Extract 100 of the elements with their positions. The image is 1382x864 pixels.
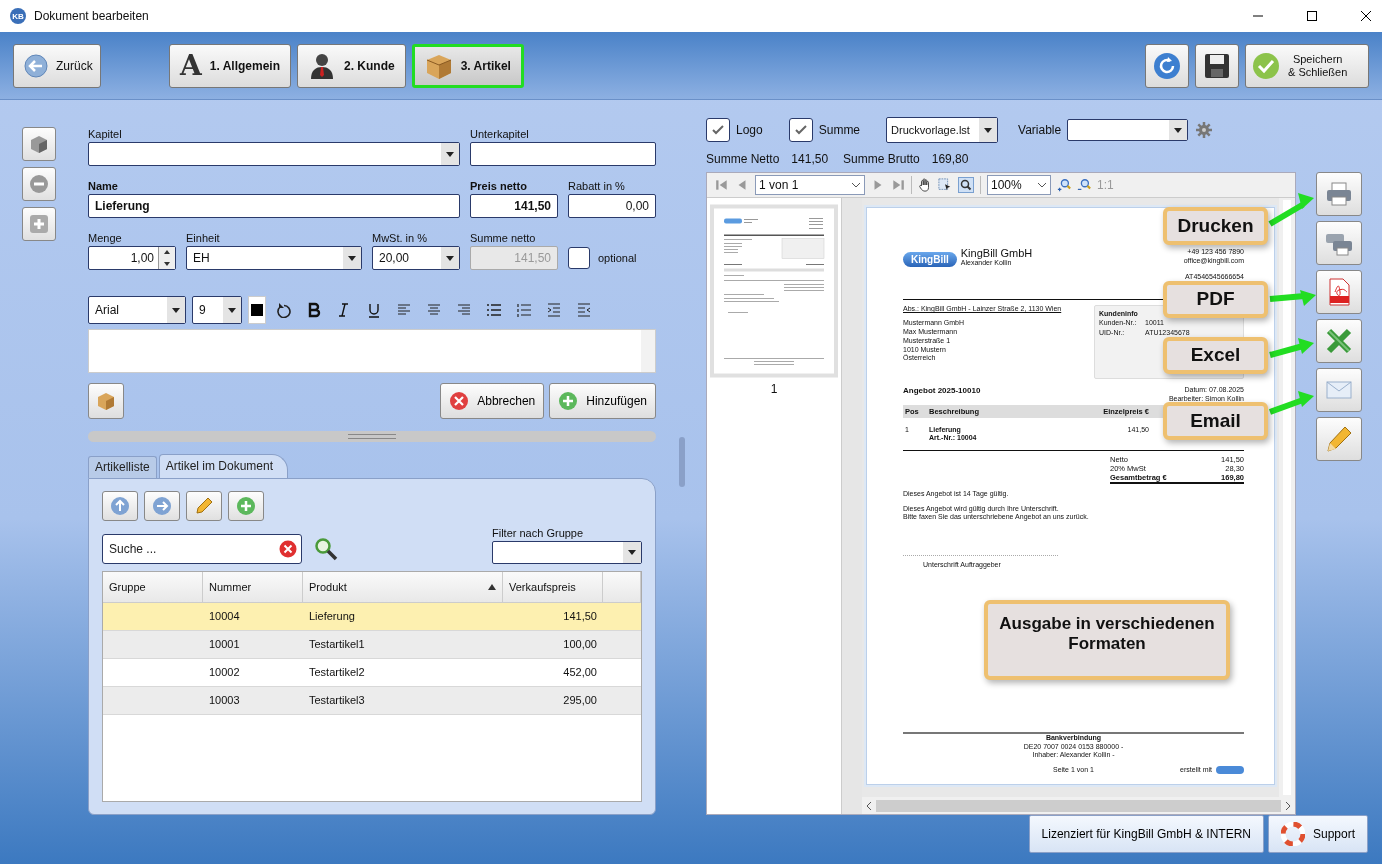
forward-button[interactable] <box>144 490 180 521</box>
text-color-button[interactable] <box>248 296 266 324</box>
variable-dropdown[interactable] <box>1067 119 1189 141</box>
table-cell-text: 295,00 <box>562 693 598 709</box>
page-thumbnail[interactable] <box>710 204 838 378</box>
print-multiple-button[interactable] <box>1316 221 1362 265</box>
zoom-in-icon[interactable] <box>1057 178 1071 192</box>
bold-icon[interactable] <box>306 302 322 318</box>
maximize-icon[interactable] <box>1306 10 1318 22</box>
edit-button[interactable] <box>186 490 222 521</box>
add-button[interactable] <box>22 207 56 241</box>
search-icon[interactable] <box>314 536 338 561</box>
table-row[interactable]: 10001 Testartikel1 100,00 <box>103 630 641 659</box>
dropdown-arrow-icon <box>628 549 636 555</box>
add-button[interactable] <box>228 490 264 521</box>
table-row[interactable]: 10004 Lieferung 141,50 <box>103 602 641 631</box>
move-up-button[interactable] <box>102 490 138 521</box>
last-page-icon[interactable] <box>891 178 905 192</box>
edit-button[interactable] <box>1316 417 1362 461</box>
column-header[interactable]: Nummer <box>203 571 303 602</box>
first-page-icon[interactable] <box>715 178 729 192</box>
save-button[interactable] <box>1195 43 1239 88</box>
scrollbar-thumb[interactable] <box>1283 200 1291 795</box>
name-field[interactable]: Lieferung <box>88 194 460 218</box>
column-header[interactable]: Verkaufspreis <box>503 571 603 602</box>
cross-icon <box>1325 327 1353 355</box>
table-cell-text: 452,00 <box>562 665 598 681</box>
zoom-tool-icon[interactable] <box>958 177 974 193</box>
field-label: Unterkapitel <box>470 127 530 141</box>
zoom-dropdown[interactable]: 100% <box>987 175 1051 195</box>
outdent-icon[interactable] <box>576 302 592 318</box>
align-right-icon[interactable] <box>456 302 472 318</box>
field-label: Einheit <box>186 231 221 245</box>
step-tab[interactable]: 2. Kunde <box>297 43 406 88</box>
bullet-list-icon[interactable] <box>486 302 502 318</box>
back-button[interactable]: Zurück <box>13 43 101 88</box>
chevron-down-icon <box>1037 182 1047 188</box>
undo-icon[interactable] <box>276 302 292 318</box>
clear-icon[interactable] <box>279 539 297 558</box>
plus-icon <box>236 495 256 516</box>
tab[interactable]: Artikel im Dokument <box>158 453 289 478</box>
underline-icon[interactable] <box>366 302 382 318</box>
optional-checkbox[interactable] <box>568 247 590 269</box>
group-filter-dropdown[interactable] <box>492 540 642 564</box>
logo-checkbox[interactable] <box>706 118 730 142</box>
hand-icon[interactable] <box>918 178 932 192</box>
step-tab[interactable]: A 1. Allgemein <box>169 43 291 88</box>
close-icon[interactable] <box>1360 10 1372 22</box>
align-center-icon[interactable] <box>426 302 442 318</box>
table-cell-text: 141,50 <box>562 609 598 625</box>
splitter-handle[interactable] <box>88 430 656 442</box>
vat-dropdown[interactable]: 20,00 <box>372 246 460 270</box>
refresh-icon <box>1153 51 1181 80</box>
email-button[interactable] <box>1316 368 1362 412</box>
numbered-list-icon[interactable] <box>516 302 532 318</box>
save-and-close-button[interactable]: Speichern & Schließen <box>1245 43 1369 88</box>
sum-checkbox[interactable] <box>788 118 813 142</box>
spin-up-icon[interactable] <box>159 247 175 258</box>
zoom-out-icon[interactable] <box>1077 178 1091 192</box>
subchapter-field[interactable] <box>470 142 656 166</box>
check-icon <box>711 123 725 137</box>
add-button[interactable]: Hinzufügen <box>549 382 656 419</box>
table-row[interactable]: 10003 Testartikel3 295,00 <box>103 686 641 715</box>
article-button[interactable] <box>22 127 56 161</box>
print-button[interactable] <box>1316 172 1362 216</box>
step-tab[interactable]: 3. Artikel <box>411 43 524 88</box>
indent-icon[interactable] <box>546 302 562 318</box>
refresh-button[interactable] <box>1145 43 1189 88</box>
tab[interactable]: Artikelliste <box>88 455 157 478</box>
scrollbar[interactable] <box>641 330 655 372</box>
support-button[interactable]: Support <box>1267 815 1368 853</box>
template-dropdown[interactable]: Druckvorlage.lst <box>886 117 999 143</box>
cancel-button[interactable]: Abbrechen <box>440 382 545 419</box>
spin-down-icon[interactable] <box>159 258 175 269</box>
pdf-export-button[interactable] <box>1316 270 1362 314</box>
search-field[interactable]: Suche ... <box>102 533 302 564</box>
page-dropdown[interactable]: 1 von 1 <box>755 175 865 195</box>
scrollbar-thumb[interactable] <box>876 799 1281 812</box>
scroll-left-icon[interactable] <box>866 801 872 810</box>
excel-export-button[interactable] <box>1316 319 1362 363</box>
remove-button[interactable] <box>22 167 56 201</box>
table-cell-text: 10002 <box>208 665 241 681</box>
align-left-icon[interactable] <box>396 302 412 318</box>
column-header[interactable]: Produkt <box>303 571 503 602</box>
scrollbar-thumb[interactable] <box>679 437 685 487</box>
column-header[interactable]: Gruppe <box>103 571 203 602</box>
unit-dropdown[interactable]: EH <box>186 246 362 270</box>
chapter-dropdown[interactable] <box>88 142 460 166</box>
table-cell-text: 10001 <box>208 637 241 653</box>
license-button[interactable]: Lizenziert für KingBill GmbH & INTERN <box>1028 815 1264 853</box>
settings-icon[interactable] <box>1196 122 1213 138</box>
article-button[interactable] <box>88 382 124 419</box>
scroll-right-icon[interactable] <box>1285 801 1291 810</box>
logo-icon <box>1216 765 1244 774</box>
font-size-dropdown[interactable]: 9 <box>192 296 242 324</box>
discount-field[interactable]: 0,00 <box>568 194 656 218</box>
price-field[interactable]: 141,50 <box>470 194 558 218</box>
quantity-spinner[interactable]: 1,00 <box>88 246 176 270</box>
select-icon[interactable] <box>938 178 952 192</box>
font-dropdown[interactable]: Arial <box>88 296 186 324</box>
